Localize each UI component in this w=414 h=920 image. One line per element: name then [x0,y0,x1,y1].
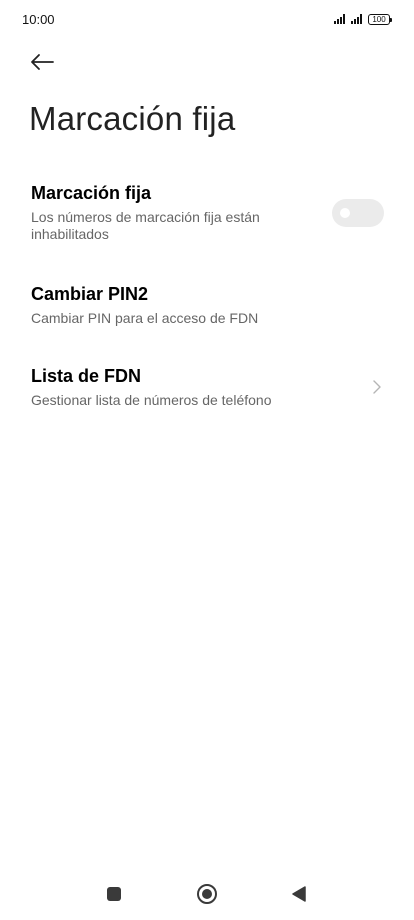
home-button[interactable] [193,880,221,908]
recents-icon [107,887,121,901]
fdn-list-title: Lista de FDN [31,365,142,386]
signal-icon [334,14,345,24]
fixed-dialing-text: Marcación fija Los números de marcación … [31,183,281,243]
battery-level: 100 [372,14,386,24]
toggle-knob [340,208,350,218]
battery-icon: 100 [368,13,392,25]
screen: 10:00 100 Marcación fija Marcación fija … [0,0,414,920]
chevron-right-icon [370,380,384,394]
change-pin2-title: Cambiar PIN2 [31,283,149,304]
navigation-bar [0,868,414,920]
fixed-dialing-row[interactable]: Marcación fija Los números de marcación … [0,178,414,248]
home-icon [197,884,217,904]
status-bar: 10:00 100 [0,0,414,38]
change-pin2-subtitle: Cambiar PIN para el acceso de FDN [31,309,259,326]
back-icon [292,886,306,902]
fixed-dialing-toggle[interactable] [332,199,384,227]
nav-back-button[interactable] [285,880,313,908]
fdn-list-subtitle: Gestionar lista de números de teléfono [31,391,272,408]
status-icons: 100 [334,13,392,25]
status-time: 10:00 [22,11,55,27]
arrow-left-icon [31,54,54,70]
signal-icon [351,14,362,24]
page-title: Marcación fija [29,100,236,137]
back-button[interactable] [26,48,58,76]
recents-button[interactable] [100,880,128,908]
change-pin2-text: Cambiar PIN2 Cambiar PIN para el acceso … [31,284,258,327]
fixed-dialing-subtitle: Los números de marcación fija están inha… [31,209,260,242]
fdn-list-text: Lista de FDN Gestionar lista de números … [31,366,271,409]
fdn-list-row[interactable]: Lista de FDN Gestionar lista de números … [0,362,414,412]
fixed-dialing-title: Marcación fija [31,183,152,203]
change-pin2-row[interactable]: Cambiar PIN2 Cambiar PIN para el acceso … [0,280,414,330]
